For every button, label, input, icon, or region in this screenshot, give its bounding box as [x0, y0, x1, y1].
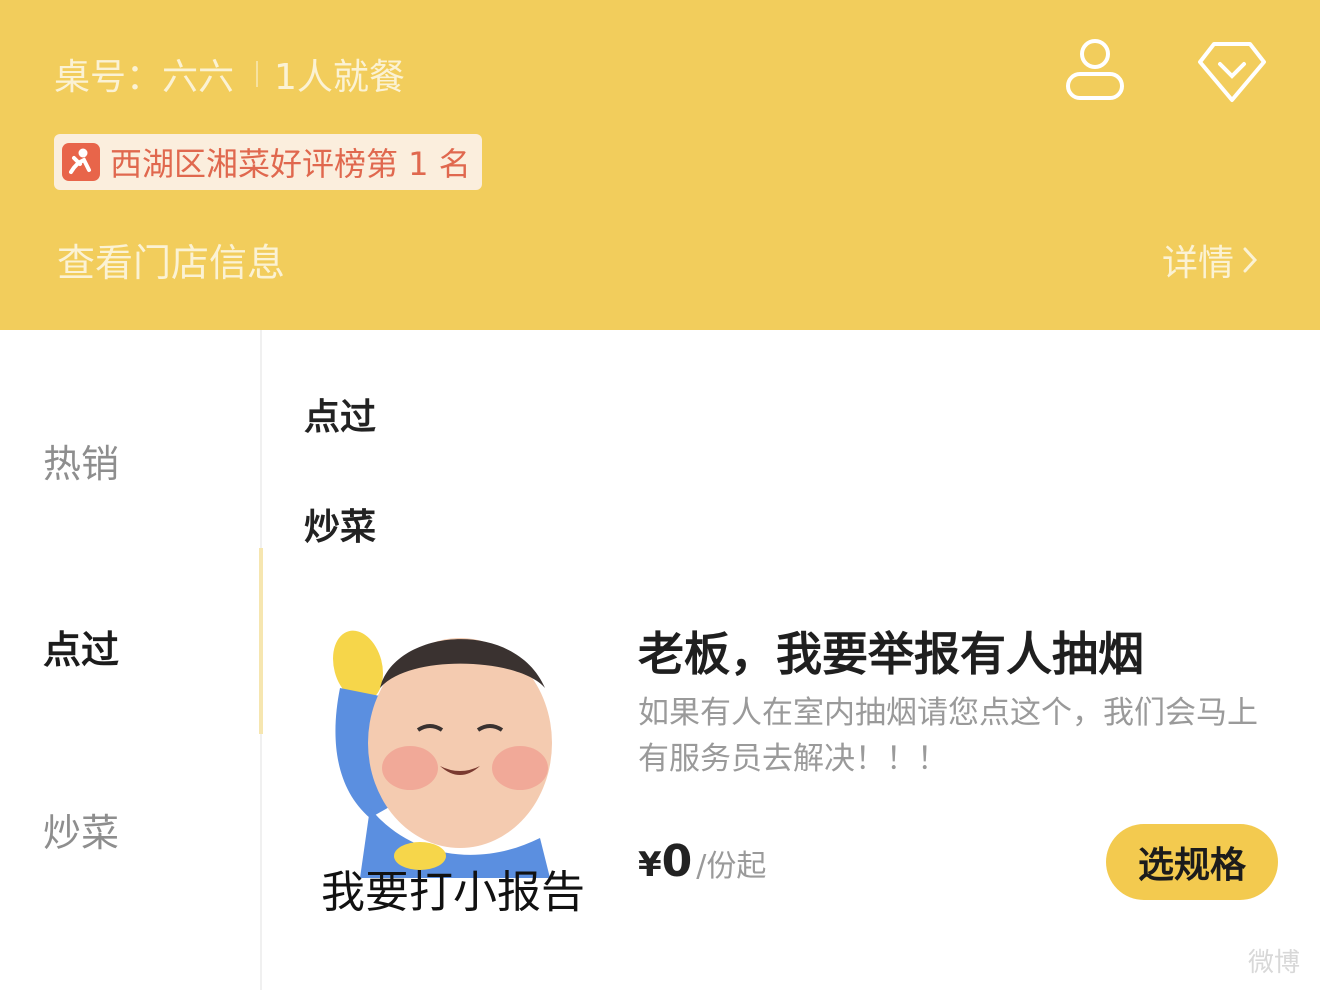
image-caption: 我要打小报告 — [321, 867, 585, 918]
divider — [256, 61, 259, 87]
product-name[interactable]: 老板，我要举报有人抽烟 — [638, 618, 1144, 684]
product-description: 如果有人在室内抽烟请您点这个，我们会马上有服务员去解决！！！ — [638, 695, 1258, 777]
chevron-right-icon — [1243, 247, 1258, 273]
price-unit: /份起 — [696, 849, 767, 884]
section-title-stir-fry: 炒菜 — [304, 507, 377, 548]
store-header: 桌号：六六 1人就餐 西湖区湘菜好评榜第 1 名 查看门店信息 详情 — [0, 0, 1320, 330]
diner-count: 1人就餐 — [274, 57, 405, 98]
detail-link[interactable]: 详情 — [1162, 234, 1258, 286]
sidebar-item-stir-fry[interactable]: 炒菜 — [43, 802, 119, 857]
rank-badge[interactable]: 西湖区湘菜好评榜第 1 名 — [54, 134, 482, 190]
dianping-logo-icon — [62, 143, 100, 181]
rank-text: 西湖区湘菜好评榜第 1 名 — [110, 145, 471, 183]
category-sidebar: 热销 点过 炒菜 — [0, 330, 262, 990]
table-info: 桌号：六六 1人就餐 — [54, 48, 405, 100]
currency-symbol: ¥ — [638, 845, 662, 885]
price-value: 0 — [661, 836, 693, 887]
sidebar-item-ordered[interactable]: 点过 — [43, 619, 119, 674]
product-image[interactable]: 我要打小报告 — [300, 618, 606, 918]
table-number: 桌号：六六 — [54, 57, 235, 98]
detail-label: 详情 — [1161, 243, 1234, 284]
section-title-ordered: 点过 — [304, 397, 377, 438]
watermark: 微博 — [1247, 948, 1300, 978]
store-info-link[interactable]: 查看门店信息 — [57, 232, 285, 287]
product-price: ¥ 0 /份起 — [638, 836, 766, 887]
user-icon[interactable] — [1062, 36, 1128, 106]
select-spec-button[interactable]: 选规格 — [1106, 824, 1278, 900]
active-indicator — [259, 548, 263, 734]
diamond-icon[interactable] — [1196, 40, 1268, 108]
sidebar-item-hot[interactable]: 热销 — [43, 433, 119, 488]
